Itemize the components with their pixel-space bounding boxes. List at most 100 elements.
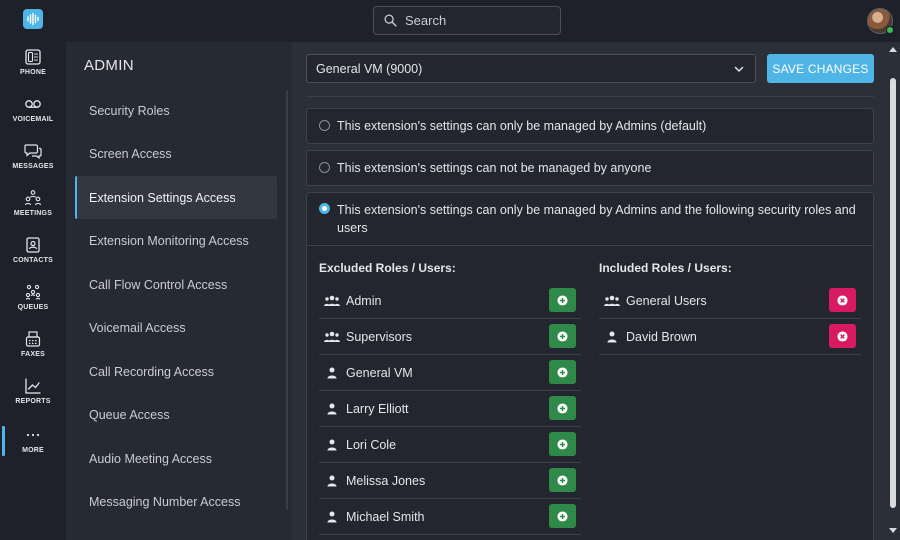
excluded-row: General VM — [319, 355, 581, 391]
scroll-up-arrow-icon[interactable] — [889, 46, 897, 52]
menu-item-extension-settings-access[interactable]: Extension Settings Access — [75, 176, 277, 219]
plus-circle-icon — [557, 510, 568, 522]
add-button[interactable] — [549, 396, 576, 420]
rail-item-meetings[interactable]: MEETINGS — [0, 189, 66, 233]
row-label: Melissa Jones — [346, 473, 426, 488]
remove-button[interactable] — [829, 288, 856, 312]
rail-label: PHONE — [20, 69, 46, 76]
rail-item-more[interactable]: MORE — [0, 426, 66, 470]
add-button[interactable] — [549, 504, 576, 528]
add-button[interactable] — [549, 360, 576, 384]
add-button[interactable] — [549, 432, 576, 456]
menu-item-call-recording-access[interactable]: Call Recording Access — [75, 350, 277, 393]
rail-label: MEETINGS — [13, 210, 53, 217]
chevron-down-icon — [734, 66, 744, 73]
rail-item-phone[interactable]: PHONE — [0, 48, 66, 92]
row-label: Michael Smith — [346, 509, 425, 524]
radio-no-one[interactable] — [319, 162, 330, 173]
user-icon — [323, 475, 341, 487]
app-logo-icon[interactable] — [23, 9, 43, 29]
excluded-row: Lori Cole — [319, 427, 581, 463]
user-icon — [323, 367, 341, 379]
roles-users-panel: Excluded Roles / Users: Included Roles /… — [306, 245, 874, 540]
group-icon — [603, 295, 621, 307]
plus-circle-icon — [557, 474, 568, 486]
rail-label: QUEUES — [17, 304, 49, 311]
add-button[interactable] — [549, 324, 576, 348]
admin-menu-scrollbar[interactable] — [286, 90, 288, 510]
user-icon — [603, 331, 621, 343]
row-label: General VM — [346, 365, 413, 380]
row-label: Supervisors — [346, 329, 412, 344]
included-heading: Included Roles / Users: — [599, 261, 732, 275]
excluded-heading: Excluded Roles / Users: — [319, 261, 456, 275]
search-box[interactable]: Search — [373, 6, 561, 35]
plus-circle-icon — [557, 330, 568, 342]
messages-icon — [24, 144, 42, 160]
rail-label: CONTACTS — [13, 257, 53, 264]
voicemail-icon — [25, 100, 41, 108]
menu-item-security-roles[interactable]: Security Roles — [75, 89, 277, 132]
rail-item-voicemail[interactable]: VOICEMAIL — [0, 95, 66, 139]
rail-label: REPORTS — [15, 398, 51, 405]
fax-icon — [25, 331, 41, 347]
rail-item-faxes[interactable]: FAXES — [0, 330, 66, 374]
group-icon — [323, 295, 341, 307]
option-label: This extension's settings can not be man… — [337, 161, 652, 175]
phone-icon — [25, 49, 41, 65]
user-icon — [323, 511, 341, 523]
option-label: This extension's settings can only be ma… — [337, 203, 856, 235]
menu-item-extension-monitoring-access[interactable]: Extension Monitoring Access — [75, 219, 277, 262]
excluded-row: Melissa Jones — [319, 463, 581, 499]
excluded-row: Michael Smith — [319, 499, 581, 535]
search-icon — [384, 14, 397, 27]
add-button[interactable] — [549, 288, 576, 312]
plus-circle-icon — [557, 402, 568, 414]
included-row: David Brown — [599, 319, 861, 355]
excluded-row: Admin — [319, 283, 581, 319]
more-icon — [26, 433, 40, 437]
remove-button[interactable] — [829, 324, 856, 348]
option-no-one[interactable]: This extension's settings can not be man… — [306, 150, 874, 186]
add-button[interactable] — [549, 468, 576, 492]
option-admins-default[interactable]: This extension's settings can only be ma… — [306, 108, 874, 144]
row-label: General Users — [626, 293, 707, 308]
plus-circle-icon — [557, 438, 568, 450]
scroll-down-arrow-icon[interactable] — [889, 528, 897, 534]
radio-admins-default[interactable] — [319, 120, 330, 131]
menu-item-screen-access[interactable]: Screen Access — [75, 132, 277, 175]
option-admins-and-roles[interactable]: This extension's settings can only be ma… — [306, 192, 874, 246]
extension-select[interactable]: General VM (9000) — [306, 54, 756, 83]
contacts-icon — [26, 237, 40, 253]
rail-label: MORE — [22, 447, 44, 454]
excluded-row: Supervisors — [319, 319, 581, 355]
row-label: David Brown — [626, 329, 697, 344]
rail-item-queues[interactable]: QUEUES — [0, 283, 66, 327]
search-placeholder[interactable]: Search — [405, 13, 446, 28]
x-circle-icon — [837, 294, 848, 306]
menu-item-queue-access[interactable]: Queue Access — [75, 393, 277, 436]
admin-menu: ADMIN Security Roles Screen Access Exten… — [66, 42, 292, 540]
left-nav-rail: PHONE VOICEMAIL MESSAGES MEETINGS CONTAC… — [0, 42, 66, 540]
x-circle-icon — [837, 330, 848, 342]
extension-select-value: General VM (9000) — [316, 61, 423, 76]
rail-label: VOICEMAIL — [12, 116, 54, 123]
row-label: Lori Cole — [346, 437, 397, 452]
rail-item-messages[interactable]: MESSAGES — [0, 142, 66, 186]
plus-circle-icon — [557, 366, 568, 378]
excluded-row: Larry Elliott — [319, 391, 581, 427]
rail-item-contacts[interactable]: CONTACTS — [0, 236, 66, 280]
menu-item-messaging-number-access[interactable]: Messaging Number Access — [75, 480, 277, 523]
rail-item-reports[interactable]: REPORTS — [0, 377, 66, 421]
rail-label: MESSAGES — [12, 163, 54, 170]
radio-admins-and-roles[interactable] — [319, 203, 330, 214]
menu-item-voicemail-access[interactable]: Voicemail Access — [75, 306, 277, 349]
user-icon — [323, 403, 341, 415]
row-label: Admin — [346, 293, 382, 308]
user-icon — [323, 439, 341, 451]
menu-item-call-flow-control-access[interactable]: Call Flow Control Access — [75, 263, 277, 306]
divider — [306, 96, 874, 97]
main-scrollbar-thumb[interactable] — [890, 78, 896, 508]
save-changes-button[interactable]: SAVE CHANGES — [767, 54, 874, 83]
menu-item-audio-meeting-access[interactable]: Audio Meeting Access — [75, 437, 277, 480]
